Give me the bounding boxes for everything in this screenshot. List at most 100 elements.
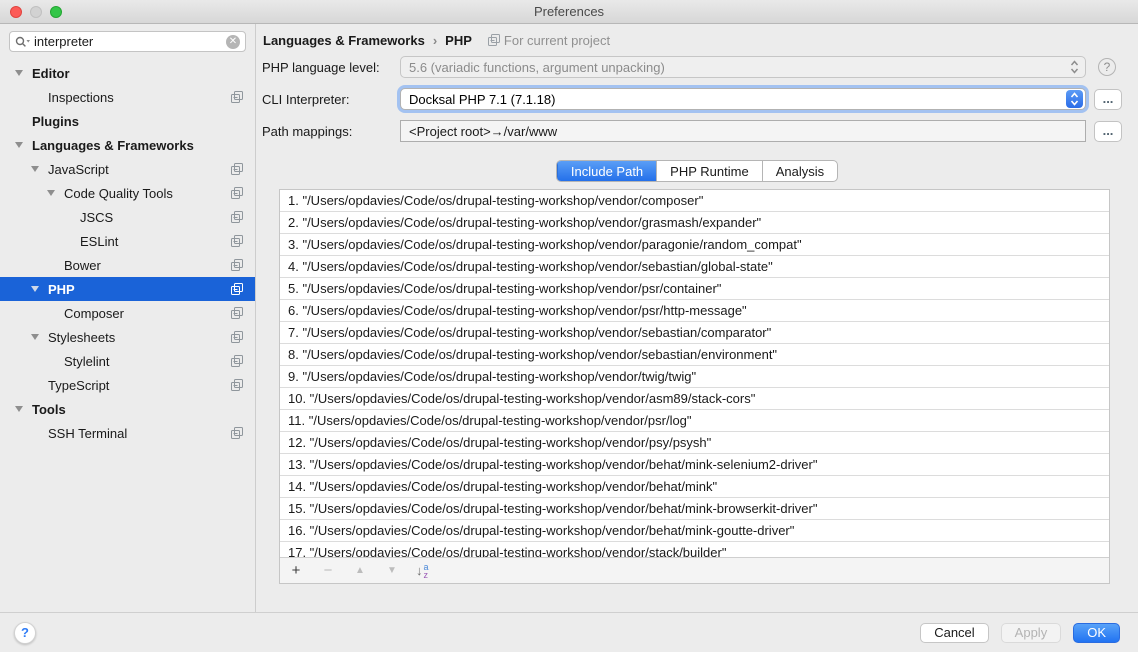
include-path-row[interactable]: 13. "/Users/opdavies/Code/os/drupal-test…	[280, 454, 1109, 476]
for-current-project-label: For current project	[504, 33, 610, 48]
sidebar-tree-item[interactable]: Inspections	[0, 85, 255, 109]
tree-item-label: TypeScript	[48, 378, 109, 393]
include-path-text: 6. "/Users/opdavies/Code/os/drupal-testi…	[288, 303, 747, 318]
chevron-down-icon[interactable]	[15, 406, 23, 412]
cli-interpreter-select[interactable]: Docksal PHP 7.1 (7.1.18)	[400, 88, 1086, 110]
sidebar-tree-item[interactable]: PHP	[0, 277, 255, 301]
tab[interactable]: Include Path	[557, 161, 656, 181]
chevron-down-icon[interactable]	[31, 286, 39, 292]
sidebar-tree-item[interactable]: Stylesheets	[0, 325, 255, 349]
stepper-icon[interactable]	[1066, 90, 1083, 108]
include-path-text: 8. "/Users/opdavies/Code/os/drupal-testi…	[288, 347, 777, 362]
include-path-row[interactable]: 8. "/Users/opdavies/Code/os/drupal-testi…	[280, 344, 1109, 366]
breadcrumb-current: PHP	[445, 33, 472, 48]
tree-item-label: SSH Terminal	[48, 426, 127, 441]
search-box[interactable]: ✕	[9, 31, 246, 52]
include-path-text: 7. "/Users/opdavies/Code/os/drupal-testi…	[288, 325, 771, 340]
search-icon	[15, 36, 31, 48]
include-path-text: 17. "/Users/opdavies/Code/os/drupal-test…	[288, 545, 726, 557]
chevron-down-icon[interactable]	[15, 142, 23, 148]
include-path-row[interactable]: 11. "/Users/opdavies/Code/os/drupal-test…	[280, 410, 1109, 432]
include-path-row[interactable]: 16. "/Users/opdavies/Code/os/drupal-test…	[280, 520, 1109, 542]
path-mappings-label: Path mappings:	[262, 124, 400, 139]
sidebar-tree-item[interactable]: Editor	[0, 61, 255, 85]
tab-segmented-control: Include Path PHP Runtime Analysis	[556, 160, 838, 182]
sidebar-tree-item[interactable]: Composer	[0, 301, 255, 325]
sort-alphabetically-button[interactable]: ↓ a z	[416, 563, 429, 579]
project-settings-icon	[231, 427, 243, 439]
for-current-project-badge: For current project	[488, 33, 610, 48]
sidebar-tree-item[interactable]: ESLint	[0, 229, 255, 253]
include-path-text: 9. "/Users/opdavies/Code/os/drupal-testi…	[288, 369, 696, 384]
title-bar: Preferences	[0, 0, 1138, 24]
settings-tree: Editor Inspections	[0, 61, 255, 445]
window-title: Preferences	[0, 4, 1138, 19]
breadcrumb-parent[interactable]: Languages & Frameworks	[263, 33, 425, 48]
include-path-text: 16. "/Users/opdavies/Code/os/drupal-test…	[288, 523, 794, 538]
include-path-list[interactable]: 1. "/Users/opdavies/Code/os/drupal-testi…	[280, 190, 1109, 557]
sidebar-tree-item[interactable]: Plugins	[0, 109, 255, 133]
tree-item-label: Tools	[32, 402, 66, 417]
include-path-text: 5. "/Users/opdavies/Code/os/drupal-testi…	[288, 281, 721, 296]
language-level-label: PHP language level:	[262, 60, 400, 75]
cli-interpreter-browse-button[interactable]: ...	[1094, 89, 1122, 110]
include-path-panel: 1. "/Users/opdavies/Code/os/drupal-testi…	[279, 189, 1110, 584]
tree-item-label: Languages & Frameworks	[32, 138, 194, 153]
include-path-row[interactable]: 2. "/Users/opdavies/Code/os/drupal-testi…	[280, 212, 1109, 234]
path-mappings-field[interactable]: <Project root>→/var/www	[400, 120, 1086, 142]
project-settings-icon	[231, 307, 243, 319]
include-path-text: 3. "/Users/opdavies/Code/os/drupal-testi…	[288, 237, 802, 252]
sidebar-tree-item[interactable]: Bower	[0, 253, 255, 277]
chevron-down-icon[interactable]	[47, 190, 55, 196]
include-path-row[interactable]: 17. "/Users/opdavies/Code/os/drupal-test…	[280, 542, 1109, 557]
chevron-down-icon[interactable]	[31, 334, 39, 340]
sidebar-tree-item[interactable]: TypeScript	[0, 373, 255, 397]
chevron-down-icon[interactable]	[31, 166, 39, 172]
sidebar-tree-item[interactable]: Languages & Frameworks	[0, 133, 255, 157]
preferences-window: Preferences ✕	[0, 0, 1138, 652]
tab[interactable]: PHP Runtime	[656, 161, 762, 181]
language-level-select[interactable]: 5.6 (variadic functions, argument unpack…	[400, 56, 1086, 78]
include-path-row[interactable]: 6. "/Users/opdavies/Code/os/drupal-testi…	[280, 300, 1109, 322]
project-settings-icon	[231, 187, 243, 199]
sidebar-tree-item[interactable]: Code Quality Tools	[0, 181, 255, 205]
sidebar-tree-item[interactable]: JSCS	[0, 205, 255, 229]
include-path-row[interactable]: 9. "/Users/opdavies/Code/os/drupal-testi…	[280, 366, 1109, 388]
ok-button[interactable]: OK	[1073, 623, 1120, 643]
search-input[interactable]	[34, 34, 226, 49]
tab-label: Analysis	[776, 164, 824, 179]
path-mappings-browse-button[interactable]: ...	[1094, 121, 1122, 142]
sidebar-tree-item[interactable]: Tools	[0, 397, 255, 421]
include-path-row[interactable]: 5. "/Users/opdavies/Code/os/drupal-testi…	[280, 278, 1109, 300]
clear-search-icon[interactable]: ✕	[226, 35, 240, 49]
include-path-row[interactable]: 1. "/Users/opdavies/Code/os/drupal-testi…	[280, 190, 1109, 212]
path-mappings-value: <Project root>→/var/www	[409, 124, 557, 139]
include-path-text: 4. "/Users/opdavies/Code/os/drupal-testi…	[288, 259, 773, 274]
include-path-row[interactable]: 7. "/Users/opdavies/Code/os/drupal-testi…	[280, 322, 1109, 344]
help-icon[interactable]: ?	[1098, 58, 1116, 76]
tree-item-label: Inspections	[48, 90, 114, 105]
add-path-button[interactable]: +	[288, 563, 304, 579]
project-settings-icon	[231, 283, 243, 295]
sidebar-tree-item[interactable]: SSH Terminal	[0, 421, 255, 445]
include-path-text: 1. "/Users/opdavies/Code/os/drupal-testi…	[288, 193, 703, 208]
chevron-down-icon[interactable]	[15, 70, 23, 76]
include-path-row[interactable]: 10. "/Users/opdavies/Code/os/drupal-test…	[280, 388, 1109, 410]
path-mappings-row: Path mappings: <Project root>→/var/www .…	[262, 120, 1128, 142]
include-path-row[interactable]: 12. "/Users/opdavies/Code/os/drupal-test…	[280, 432, 1109, 454]
project-settings-icon	[231, 235, 243, 247]
include-path-row[interactable]: 14. "/Users/opdavies/Code/os/drupal-test…	[280, 476, 1109, 498]
sidebar-tree-item[interactable]: JavaScript	[0, 157, 255, 181]
tab[interactable]: Analysis	[762, 161, 837, 181]
help-button[interactable]: ?	[14, 622, 36, 644]
cli-interpreter-row: CLI Interpreter: Docksal PHP 7.1 (7.1.18…	[262, 88, 1128, 110]
include-path-text: 13. "/Users/opdavies/Code/os/drupal-test…	[288, 457, 817, 472]
cancel-button[interactable]: Cancel	[920, 623, 988, 643]
include-path-row[interactable]: 15. "/Users/opdavies/Code/os/drupal-test…	[280, 498, 1109, 520]
project-settings-icon	[488, 34, 500, 46]
sidebar-tree-item[interactable]: Stylelint	[0, 349, 255, 373]
include-path-row[interactable]: 3. "/Users/opdavies/Code/os/drupal-testi…	[280, 234, 1109, 256]
breadcrumb-separator-icon: ›	[433, 33, 437, 48]
project-settings-icon	[231, 211, 243, 223]
include-path-row[interactable]: 4. "/Users/opdavies/Code/os/drupal-testi…	[280, 256, 1109, 278]
